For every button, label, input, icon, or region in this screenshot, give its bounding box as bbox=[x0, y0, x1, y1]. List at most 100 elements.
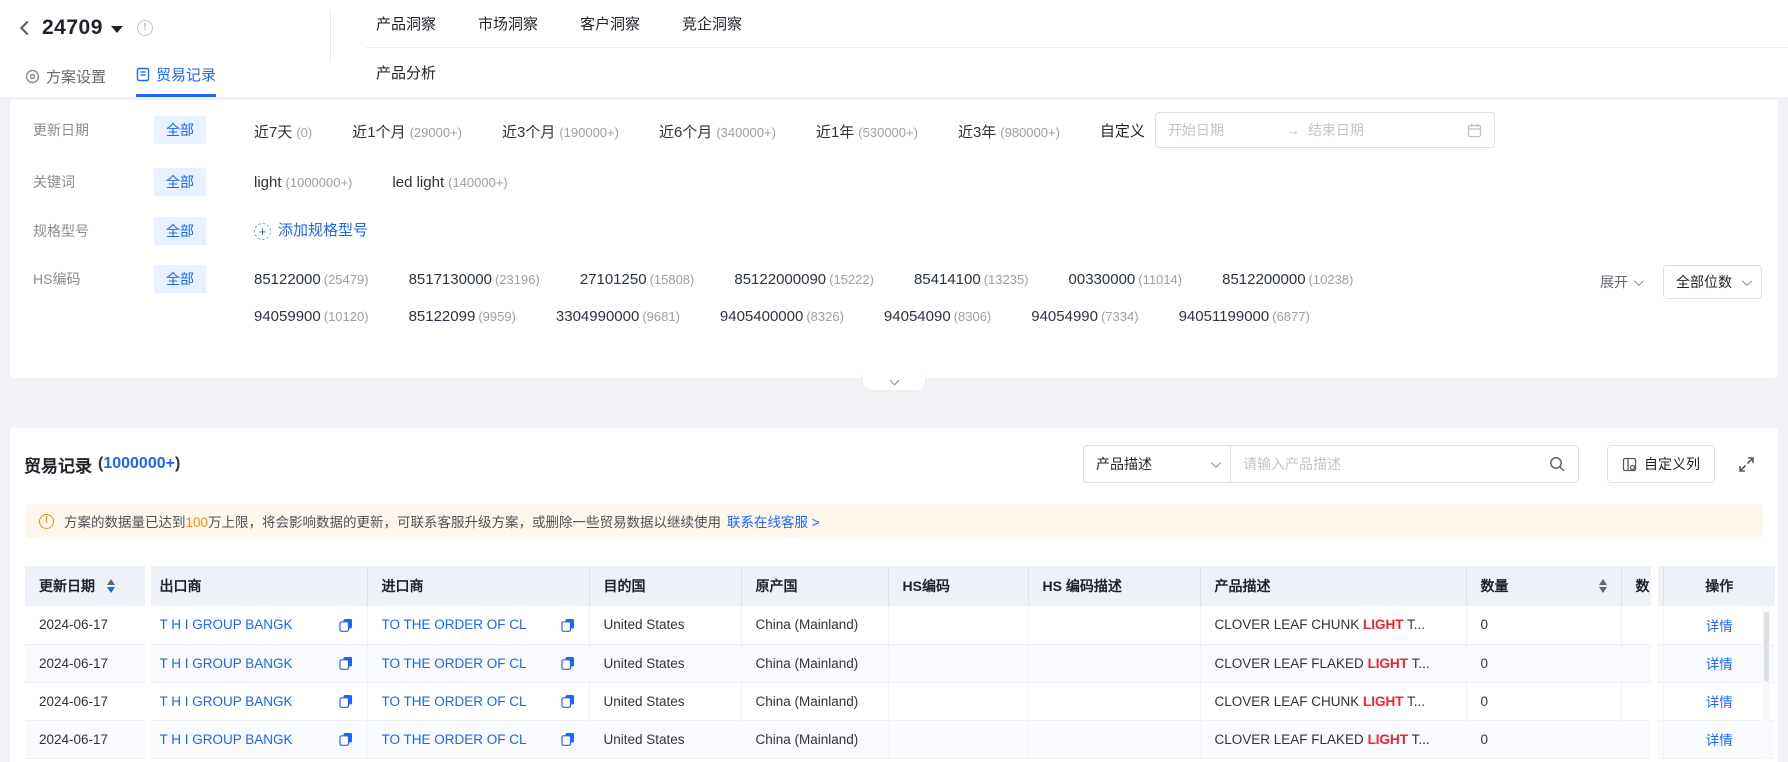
cell-quantity: 0 bbox=[1466, 644, 1622, 683]
copy-icon[interactable] bbox=[338, 656, 353, 670]
tab-customer-insight[interactable]: 客户洞察 bbox=[580, 13, 640, 34]
importer-link[interactable]: TO THE ORDER OF CL bbox=[382, 732, 527, 747]
hs-code-option[interactable]: 94054990 (7334) bbox=[1031, 302, 1138, 331]
hs-code-option[interactable]: 9405400000 (8326) bbox=[720, 302, 844, 331]
hs-code-option[interactable]: 27101250 (15808) bbox=[580, 265, 695, 294]
cell-importer: TO THE ORDER OF CL bbox=[367, 720, 590, 759]
hs-codes-line1: 85122000 (25479) 8517130000 (23196) 271012… bbox=[254, 265, 1353, 294]
hs-all-chip[interactable]: 全部 bbox=[154, 265, 206, 293]
custom-columns-button[interactable]: 自定义列 bbox=[1607, 445, 1715, 483]
keyword-option-led-light[interactable]: led light (140000+) bbox=[392, 168, 507, 197]
col-exporter: 出口商 bbox=[145, 566, 368, 606]
exporter-link[interactable]: T H I GROUP BANGK bbox=[160, 656, 293, 671]
tab-plan-settings[interactable]: 方案设置 bbox=[25, 55, 106, 97]
search-icon[interactable] bbox=[1549, 456, 1566, 473]
hs-code-option[interactable]: 85122000090 (15222) bbox=[734, 265, 874, 294]
copy-icon[interactable] bbox=[338, 732, 353, 746]
custom-columns-label: 自定义列 bbox=[1644, 456, 1700, 472]
contact-support-link[interactable]: 联系在线客服 > bbox=[727, 515, 820, 530]
tab-market-insight[interactable]: 市场洞察 bbox=[478, 13, 538, 34]
hs-expand-button[interactable]: 展开 bbox=[1600, 272, 1644, 292]
spec-all-chip[interactable]: 全部 bbox=[154, 217, 206, 245]
date-range-picker[interactable]: → bbox=[1154, 112, 1495, 148]
tab-product-analysis[interactable]: 产品分析 bbox=[376, 62, 436, 83]
keyword-option-light[interactable]: light (1000000+) bbox=[254, 168, 352, 197]
copy-icon[interactable] bbox=[560, 656, 575, 670]
copy-icon[interactable] bbox=[338, 618, 353, 632]
importer-link[interactable]: TO THE ORDER OF CL bbox=[382, 617, 527, 632]
table-row[interactable]: 2024-06-17 T H I GROUP BANGK TO THE ORDE… bbox=[25, 644, 1775, 683]
tab-trade-records[interactable]: 贸易记录 bbox=[136, 55, 217, 97]
hs-code-option[interactable]: 85122099 (9959) bbox=[409, 302, 516, 331]
copy-icon[interactable] bbox=[338, 694, 353, 708]
cell-hs-code bbox=[888, 720, 1029, 759]
vertical-scrollbar[interactable] bbox=[1762, 606, 1770, 759]
plan-id[interactable]: 24709 bbox=[42, 16, 103, 40]
cell-origin: China (Mainland) bbox=[741, 606, 889, 645]
detail-link[interactable]: 详情 bbox=[1706, 695, 1733, 710]
back-icon[interactable] bbox=[19, 20, 35, 36]
hs-code-option[interactable]: 94051199000 (6877) bbox=[1179, 302, 1310, 331]
table-header-row: 更新日期 出口商 进口商 目的国 原产国 HS编码 HS 编码描述 产品描述 数… bbox=[25, 566, 1775, 606]
sort-icons[interactable] bbox=[107, 579, 115, 593]
detail-link[interactable]: 详情 bbox=[1706, 619, 1733, 634]
cell-destination: United States bbox=[589, 606, 742, 645]
hs-code-option[interactable]: 8517130000 (23196) bbox=[409, 265, 540, 294]
col-product-desc: 产品描述 bbox=[1200, 566, 1467, 606]
date-option-3y[interactable]: 近3年 (980000+) bbox=[958, 118, 1060, 147]
hs-code-option[interactable]: 8512200000 (10238) bbox=[1222, 265, 1353, 294]
tab-competitor-insight[interactable]: 竞企洞察 bbox=[682, 13, 742, 34]
exporter-link[interactable]: T H I GROUP BANGK bbox=[160, 732, 293, 747]
chevron-down-icon[interactable] bbox=[110, 26, 123, 33]
search-box[interactable] bbox=[1231, 445, 1579, 483]
date-option-1m[interactable]: 近1个月 (29000+) bbox=[352, 118, 462, 147]
scrollbar-thumb[interactable] bbox=[1763, 612, 1769, 682]
hs-code-option[interactable]: 94054090 (8306) bbox=[884, 302, 991, 331]
cell-exporter: T H I GROUP BANGK bbox=[145, 682, 368, 721]
hs-code-option[interactable]: 85122000 (25479) bbox=[254, 265, 369, 294]
tab-product-insight[interactable]: 产品洞察 bbox=[376, 13, 436, 34]
copy-icon[interactable] bbox=[560, 732, 575, 746]
cell-actions: 详情 bbox=[1663, 644, 1775, 683]
fixed-column-gutter bbox=[1651, 566, 1658, 759]
hs-code-option[interactable]: 00330000 (11014) bbox=[1069, 265, 1183, 294]
plan-selector[interactable]: 24709 ! bbox=[19, 10, 153, 46]
table-row[interactable]: 2024-06-17 T H I GROUP BANGK TO THE ORDE… bbox=[25, 682, 1775, 721]
exporter-link[interactable]: T H I GROUP BANGK bbox=[160, 694, 293, 709]
date-option-7d[interactable]: 近7天 (0) bbox=[254, 118, 312, 147]
keyword-all-chip[interactable]: 全部 bbox=[154, 168, 206, 196]
start-date-input[interactable] bbox=[1167, 122, 1278, 138]
copy-icon[interactable] bbox=[560, 618, 575, 632]
keyword-label: 关键词 bbox=[33, 174, 75, 190]
copy-icon[interactable] bbox=[560, 694, 575, 708]
cell-actions: 详情 bbox=[1663, 720, 1775, 759]
update-date-all-chip[interactable]: 全部 bbox=[154, 116, 206, 144]
hs-code-option[interactable]: 94059900 (10120) bbox=[254, 302, 369, 331]
collapse-filters-button[interactable] bbox=[862, 375, 926, 391]
table-row[interactable]: 2024-06-17 T H I GROUP BANGK TO THE ORDE… bbox=[25, 720, 1775, 759]
add-spec-button[interactable]: + 添加规格型号 bbox=[254, 217, 368, 245]
detail-link[interactable]: 详情 bbox=[1706, 657, 1733, 672]
plan-tabs: 方案设置 贸易记录 bbox=[25, 55, 217, 97]
col-quantity[interactable]: 数量 bbox=[1466, 566, 1622, 606]
importer-link[interactable]: TO THE ORDER OF CL bbox=[382, 656, 527, 671]
end-date-input[interactable] bbox=[1307, 122, 1418, 138]
date-option-3m[interactable]: 近3个月 (190000+) bbox=[502, 118, 619, 147]
hs-code-option[interactable]: 85414100 (13235) bbox=[914, 265, 1029, 294]
cell-hs-desc bbox=[1028, 720, 1201, 759]
info-icon[interactable]: ! bbox=[136, 20, 153, 36]
importer-link[interactable]: TO THE ORDER OF CL bbox=[382, 694, 527, 709]
hs-digits-select[interactable]: 全部位数 bbox=[1663, 265, 1762, 299]
exporter-link[interactable]: T H I GROUP BANGK bbox=[160, 617, 293, 632]
search-input[interactable] bbox=[1243, 456, 1549, 472]
hs-code-option[interactable]: 3304990000 (9681) bbox=[556, 302, 680, 331]
col-update-date[interactable]: 更新日期 bbox=[25, 566, 146, 606]
table-row[interactable]: 2024-06-17 T H I GROUP BANGK TO THE ORDE… bbox=[25, 606, 1775, 645]
date-option-1y[interactable]: 近1年 (530000+) bbox=[816, 118, 918, 147]
fullscreen-icon[interactable] bbox=[1737, 455, 1756, 474]
sort-icons[interactable] bbox=[1598, 579, 1607, 593]
date-custom-label[interactable]: 自定义 bbox=[1100, 118, 1145, 146]
detail-link[interactable]: 详情 bbox=[1706, 733, 1733, 748]
date-option-6m[interactable]: 近6个月 (340000+) bbox=[659, 118, 776, 147]
search-field-select[interactable]: 产品描述 bbox=[1083, 445, 1231, 483]
